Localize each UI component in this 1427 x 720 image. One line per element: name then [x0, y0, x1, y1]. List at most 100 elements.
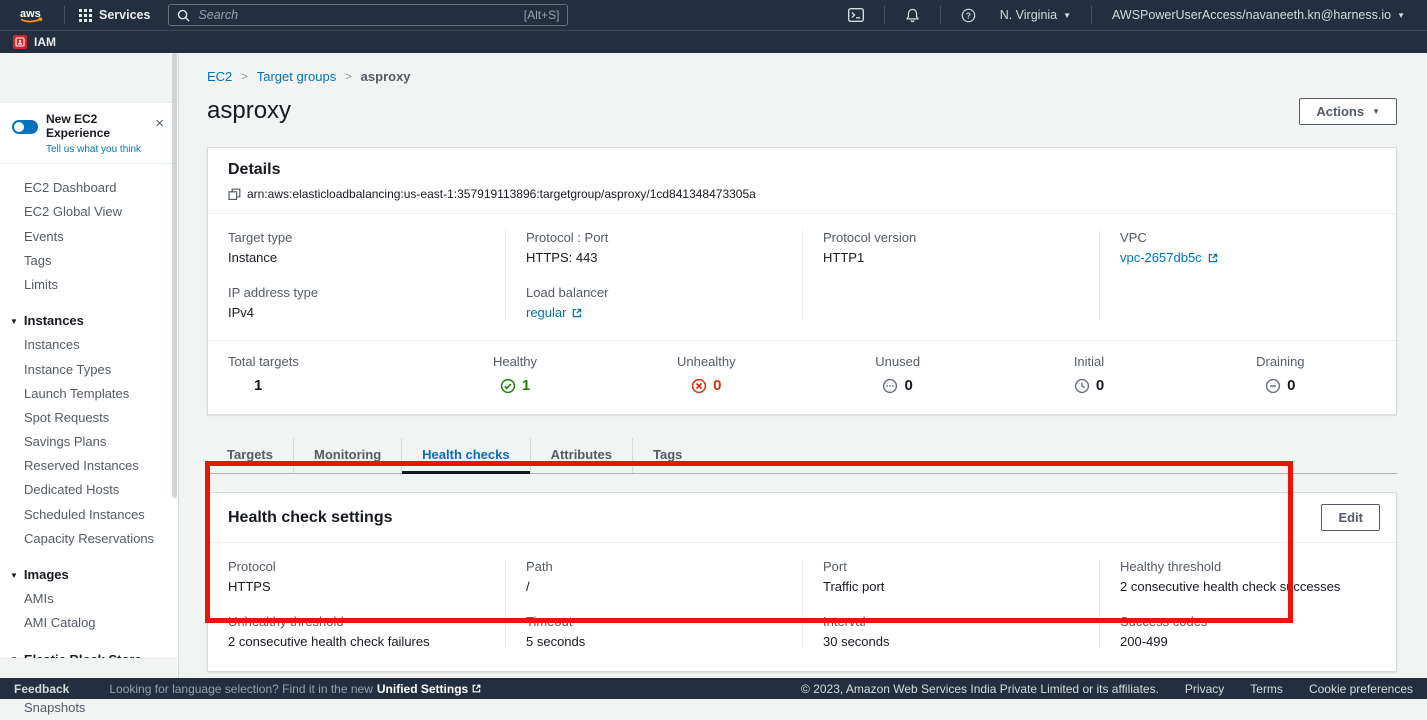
help-button[interactable]: ?	[949, 8, 988, 23]
chevron-down-icon: ▼	[10, 572, 18, 580]
vpc-link[interactable]: vpc-2657db5c	[1120, 250, 1376, 265]
iam-shortcut[interactable]: IAM	[34, 35, 56, 49]
field-protocol-port: Protocol : Port HTTPS: 443	[526, 230, 782, 265]
chevron-right-icon: >	[241, 71, 247, 83]
sidebar-item-savings-plans[interactable]: Savings Plans	[0, 429, 178, 453]
sidebar-item-ami-catalog[interactable]: AMI Catalog	[0, 611, 178, 635]
load-balancer-link[interactable]: regular	[526, 305, 782, 320]
sidebar-item-tags[interactable]: Tags	[0, 248, 178, 272]
svg-text:?: ?	[966, 10, 971, 20]
breadcrumb: EC2 > Target groups > asproxy	[207, 69, 1397, 84]
grid-icon	[79, 9, 92, 22]
tab-health-checks[interactable]: Health checks	[401, 438, 529, 473]
sidebar-item-dedicated-hosts[interactable]: Dedicated Hosts	[0, 478, 178, 502]
healthy-stat: Healthy 1	[419, 354, 610, 394]
cookie-preferences-link[interactable]: Cookie preferences	[1309, 682, 1413, 696]
details-grid: Target type Instance IP address type IPv…	[208, 213, 1396, 340]
actions-label: Actions	[1316, 104, 1364, 119]
sidebar-bottom-spacer	[0, 658, 177, 678]
svg-text:aws: aws	[20, 8, 41, 20]
sidebar-item-scheduled-instances[interactable]: Scheduled Instances	[0, 502, 178, 526]
field-ip-address-type: IP address type IPv4	[228, 285, 485, 320]
total-targets-stat: Total targets 1	[228, 354, 419, 394]
divider	[1091, 6, 1092, 24]
sidebar-item-ec2-dashboard[interactable]: EC2 Dashboard	[0, 176, 178, 200]
page-title: asproxy	[207, 97, 291, 125]
unified-settings-link[interactable]: Unified Settings	[377, 682, 482, 696]
tab-targets[interactable]: Targets	[207, 438, 293, 473]
sidebar-item-events[interactable]: Events	[0, 224, 178, 248]
field-unhealthy-threshold: Unhealthy threshold 2 consecutive health…	[228, 614, 485, 649]
services-menu-button[interactable]: Services	[73, 8, 156, 22]
field-vpc: VPC vpc-2657db5c	[1120, 230, 1376, 265]
aws-logo[interactable]: aws	[16, 5, 48, 25]
bell-icon	[905, 8, 920, 23]
sidebar-item-limits[interactable]: Limits	[0, 272, 178, 296]
account-menu[interactable]: AWSPowerUserAccess/navaneeth.kn@harness.…	[1100, 8, 1417, 22]
unused-stat: Unused 0	[802, 354, 993, 394]
field-protocol: Protocol HTTPS	[228, 559, 485, 594]
chevron-down-icon: ▼	[1397, 12, 1405, 20]
ec2-sidebar: New EC2 Experience Tell us what you thin…	[0, 53, 179, 678]
notifications-button[interactable]	[893, 8, 932, 23]
sidebar-scrollbar[interactable]	[172, 53, 177, 498]
divider	[940, 6, 941, 24]
tab-monitoring[interactable]: Monitoring	[293, 438, 401, 473]
chevron-down-icon: ▼	[1063, 12, 1071, 20]
field-protocol-version: Protocol version HTTP1	[823, 230, 1079, 265]
tab-tags[interactable]: Tags	[632, 438, 702, 473]
unhealthy-stat: Unhealthy 0	[611, 354, 802, 394]
breadcrumb-target-groups[interactable]: Target groups	[257, 69, 337, 84]
cloudshell-terminal-icon	[848, 8, 864, 22]
feedback-button[interactable]: Feedback	[14, 682, 69, 696]
sidebar-item-capacity-reservations[interactable]: Capacity Reservations	[0, 526, 178, 550]
actions-button[interactable]: Actions ▼	[1299, 98, 1397, 125]
cloudshell-button[interactable]	[836, 8, 876, 22]
sidebar-section-images[interactable]: ▼ Images	[0, 562, 178, 586]
sidebar-top-spacer	[0, 53, 178, 103]
new-experience-title: New EC2 Experience	[46, 113, 151, 141]
sidebar-item-ec2-global-view[interactable]: EC2 Global View	[0, 200, 178, 224]
copyright-text: © 2023, Amazon Web Services India Privat…	[801, 682, 1159, 696]
close-icon[interactable]: ×	[151, 113, 168, 134]
privacy-link[interactable]: Privacy	[1185, 682, 1224, 696]
iam-service-icon	[13, 35, 27, 49]
draining-minus-icon	[1265, 378, 1281, 394]
health-check-settings-title: Health check settings	[228, 509, 393, 527]
tab-attributes[interactable]: Attributes	[530, 438, 632, 473]
copy-icon[interactable]	[228, 188, 241, 201]
new-experience-panel: New EC2 Experience Tell us what you thin…	[0, 103, 178, 164]
sidebar-item-instance-types[interactable]: Instance Types	[0, 357, 178, 381]
sidebar-item-amis[interactable]: AMIs	[0, 587, 178, 611]
sidebar-section-instances[interactable]: ▼ Instances	[0, 309, 178, 333]
section-label: Images	[24, 567, 69, 582]
external-link-icon	[471, 683, 482, 694]
region-selector[interactable]: N. Virginia ▼	[988, 8, 1083, 22]
terms-link[interactable]: Terms	[1250, 682, 1283, 696]
field-target-type: Target type Instance	[228, 230, 485, 265]
breadcrumb-ec2[interactable]: EC2	[207, 69, 232, 84]
unused-dots-icon	[882, 378, 898, 394]
details-title: Details	[228, 161, 1376, 179]
tell-us-link[interactable]: Tell us what you think	[46, 144, 151, 155]
search-input[interactable]	[198, 8, 515, 22]
region-label: N. Virginia	[1000, 8, 1057, 22]
search-shortcut-hint: [Alt+S]	[524, 8, 560, 22]
sidebar-item-instances[interactable]: Instances	[0, 333, 178, 357]
main-content: EC2 > Target groups > asproxy asproxy Ac…	[179, 53, 1427, 678]
external-link-icon	[1207, 252, 1219, 264]
edit-button[interactable]: Edit	[1321, 504, 1380, 531]
global-search[interactable]: [Alt+S]	[168, 4, 568, 26]
sidebar-item-spot-requests[interactable]: Spot Requests	[0, 405, 178, 429]
initial-stat: Initial 0	[993, 354, 1184, 394]
breadcrumb-current: asproxy	[361, 69, 411, 84]
sidebar-item-launch-templates[interactable]: Launch Templates	[0, 381, 178, 405]
detail-tabs: Targets Monitoring Health checks Attribu…	[207, 438, 1397, 474]
language-hint-text: Looking for language selection? Find it …	[109, 682, 373, 696]
new-experience-toggle[interactable]	[12, 120, 38, 134]
favorites-bar: IAM	[0, 30, 1427, 53]
sidebar-item-reserved-instances[interactable]: Reserved Instances	[0, 454, 178, 478]
field-timeout: Timeout 5 seconds	[526, 614, 782, 649]
divider	[884, 6, 885, 24]
chevron-down-icon: ▼	[1372, 108, 1380, 116]
